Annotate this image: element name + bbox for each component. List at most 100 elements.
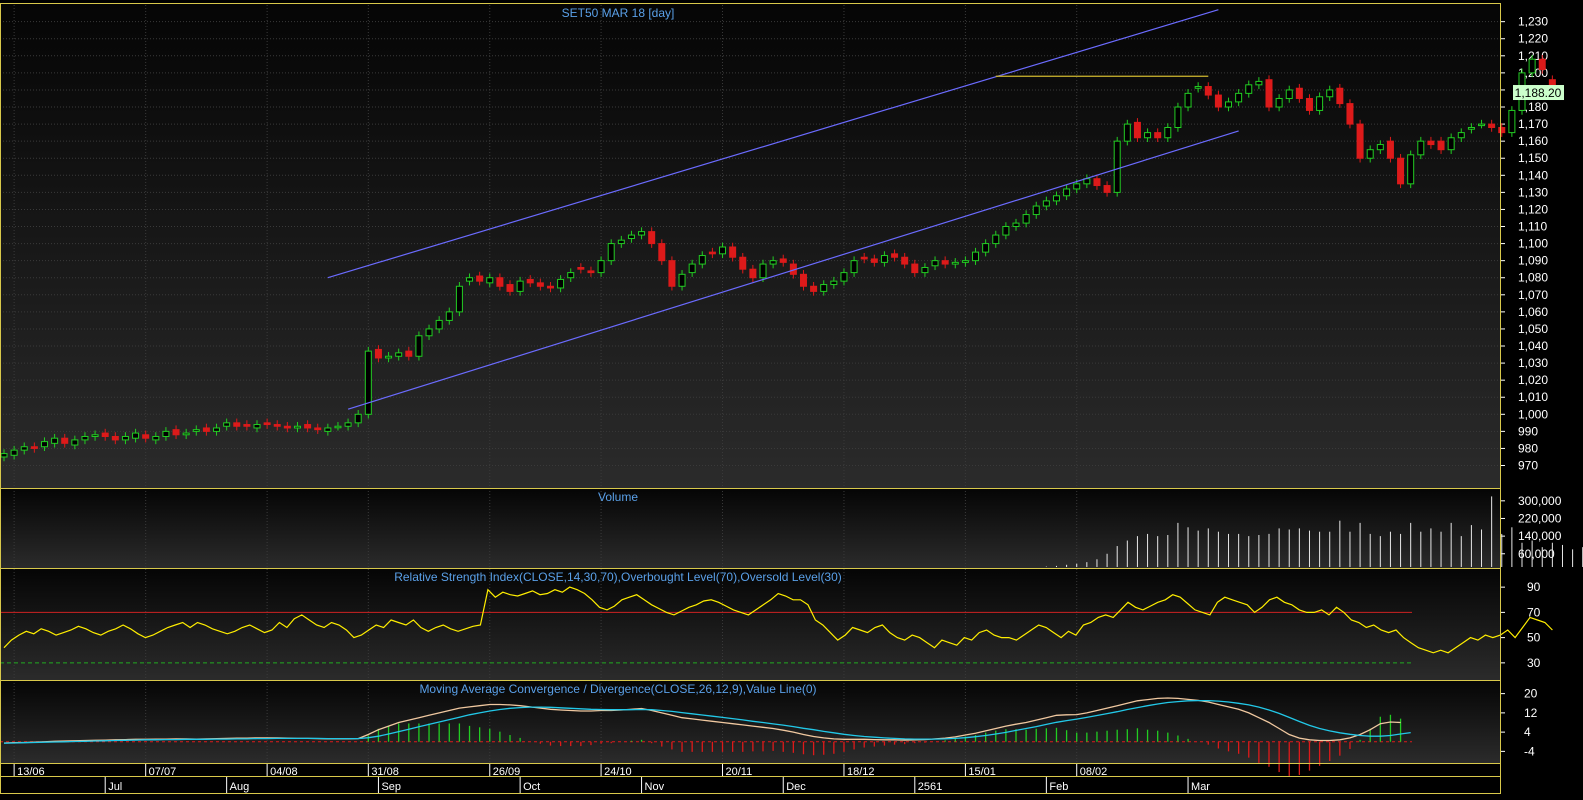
price-tick-label: 970 <box>1518 459 1538 473</box>
price-tick-label: 1,100 <box>1518 237 1548 251</box>
candle-body <box>1295 87 1303 99</box>
candle-body <box>597 260 605 274</box>
candle-body <box>648 231 656 245</box>
price-tick-label: 1,080 <box>1518 271 1548 285</box>
date-axis-bottom: Jul Aug Sep Oct Nov Dec 2561 Feb Mar <box>104 777 1210 793</box>
rsi-tick-label: 30 <box>1527 656 1541 670</box>
candle-body <box>698 255 706 265</box>
candle-body <box>223 422 231 427</box>
candle-body <box>1164 127 1172 139</box>
candle-body <box>1154 132 1162 139</box>
month-tick-label: 2561 <box>918 781 942 793</box>
macd-title: Moving Average Convergence / Divergence(… <box>419 682 816 696</box>
candle-body <box>668 260 676 287</box>
candle-body <box>577 266 585 270</box>
price-tick-label: 1,160 <box>1518 134 1548 148</box>
candle-body <box>1467 127 1475 130</box>
price-tick-label: 1,120 <box>1518 202 1548 216</box>
date-tick-label: 13/06 <box>17 766 45 778</box>
candle-body <box>688 263 696 274</box>
candle-body <box>91 434 99 437</box>
candle-body <box>425 328 433 337</box>
price-tick-label: 990 <box>1518 424 1538 438</box>
price-chart-title: SET50 MAR 18 [day] <box>562 6 675 20</box>
candle-body <box>567 272 575 279</box>
candle-body <box>951 261 959 265</box>
candle-body <box>496 277 504 287</box>
price-tick-label: 1,010 <box>1518 390 1548 404</box>
last-price-label: 1,188.20 <box>1515 86 1562 100</box>
candle-body <box>1326 89 1334 98</box>
candle-body <box>0 453 8 458</box>
candle-body <box>1316 96 1324 111</box>
candle-body <box>1285 89 1293 99</box>
candle-body <box>1478 123 1486 127</box>
price-tick-label: 1,050 <box>1518 322 1548 336</box>
candle-body <box>486 277 494 284</box>
candle-body <box>729 246 737 258</box>
candle-body <box>61 437 69 444</box>
price-tick-label: 1,060 <box>1518 305 1548 319</box>
candle-body <box>557 278 565 289</box>
candle-body <box>1346 103 1354 125</box>
rsi-tick-label: 50 <box>1527 631 1541 645</box>
month-tick-label: Nov <box>645 781 665 793</box>
candle-body <box>445 311 453 321</box>
candle-body <box>172 429 180 436</box>
candle-body <box>354 413 362 424</box>
candle-body <box>1073 183 1081 190</box>
candle-body <box>1184 92 1192 108</box>
date-tick-label: 20/11 <box>726 766 753 778</box>
candle-body <box>840 272 848 282</box>
price-tick-label: 1,040 <box>1518 339 1548 353</box>
candle-body <box>1417 140 1425 156</box>
candle-body <box>972 251 980 262</box>
rsi-tick-label: 90 <box>1527 580 1541 594</box>
candle-body <box>30 446 38 449</box>
candle-body <box>880 255 888 263</box>
candle-body <box>405 350 413 357</box>
candle-body <box>779 258 787 263</box>
candle-body <box>1214 94 1222 108</box>
candle-body <box>192 429 200 432</box>
candle-body <box>1113 140 1121 193</box>
candle-body <box>213 427 221 432</box>
candle-body <box>1498 127 1506 134</box>
candle-body <box>1457 132 1465 139</box>
price-tick-label: 1,070 <box>1518 288 1548 302</box>
candle-body <box>1336 87 1344 105</box>
candle-body <box>931 260 939 267</box>
candle-body <box>233 422 241 427</box>
candle-body <box>1245 84 1253 94</box>
price-tick-label: 980 <box>1518 441 1538 455</box>
price-tick-label: 1,090 <box>1518 254 1548 268</box>
candle-body <box>820 284 828 292</box>
candle-body <box>749 268 757 279</box>
date-tick-label: 24/10 <box>604 766 632 778</box>
candle-body <box>1144 132 1152 139</box>
candle-body <box>516 280 524 292</box>
month-tick-label: Sep <box>381 781 401 793</box>
month-tick-label: Jul <box>108 781 122 793</box>
candle-body <box>1235 92 1243 103</box>
candle-body <box>466 277 474 282</box>
macd-tick-label: 12 <box>1524 706 1538 720</box>
date-tick-label: 08/02 <box>1080 766 1108 778</box>
candle-body <box>870 258 878 263</box>
price-tick-label: 1,020 <box>1518 373 1548 387</box>
candle-body <box>1042 200 1050 207</box>
price-tick-label: 1,110 <box>1518 220 1547 234</box>
candle-body <box>799 273 807 287</box>
candle-body <box>617 239 625 245</box>
candle-body <box>1022 214 1030 224</box>
candle-body <box>111 435 119 441</box>
candle-body <box>526 278 534 284</box>
macd-tick-label: 20 <box>1524 687 1538 701</box>
candle-body <box>314 427 322 431</box>
candle-body <box>1488 123 1496 129</box>
candle-body <box>536 282 544 287</box>
candle-body <box>40 441 48 448</box>
month-tick-label: Oct <box>523 781 540 793</box>
volume-title: Volume <box>598 490 638 504</box>
candle-body <box>273 424 281 427</box>
